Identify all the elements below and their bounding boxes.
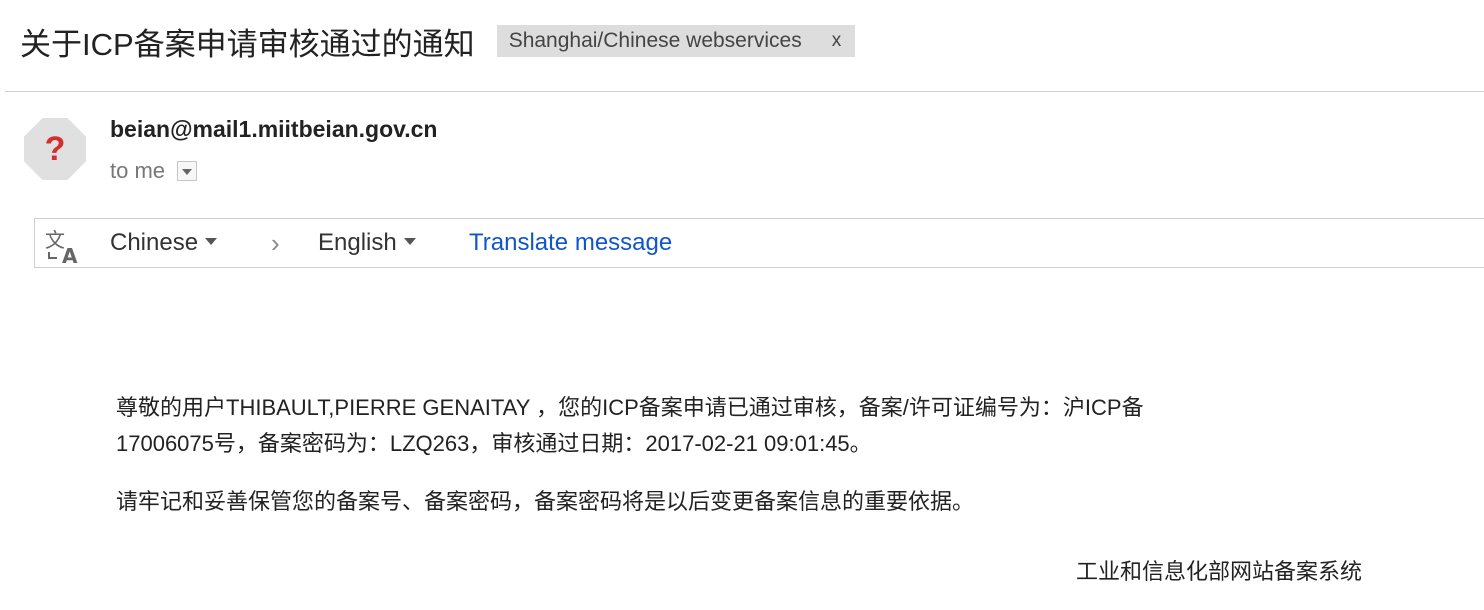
translate-icon: 文 A — [45, 228, 78, 265]
sender-address[interactable]: beian@mail1.miitbeian.gov.cn — [110, 116, 437, 143]
recipient-label: to me — [110, 158, 166, 183]
source-language-dropdown[interactable]: Chinese — [110, 219, 218, 267]
source-language-label: Chinese — [110, 229, 199, 256]
details-dropdown-button[interactable] — [177, 161, 198, 181]
body-line: 17006075号，备案密码为：LZQ263，审核通过日期：2017-02-21… — [116, 431, 872, 456]
label-chip[interactable]: Shanghai/Chinese webservices x — [496, 25, 856, 57]
recipient-row: to me — [110, 158, 198, 184]
unknown-sender-icon: ? — [44, 129, 66, 168]
chevron-down-icon — [403, 237, 416, 245]
body-line: 尊敬的用户THIBAULT,PIERRE GENAITAY ，您的ICP备案申请… — [116, 395, 1144, 420]
sender-avatar: ? — [24, 118, 86, 180]
translate-bar: 文 A Chinese › English Translate message — [34, 218, 1484, 268]
body-paragraph-2: 请牢记和妥善保管您的备案号、备案密码，备案密码将是以后变更备案信息的重要依据。 — [116, 489, 975, 514]
remove-label-button[interactable]: x — [832, 30, 842, 52]
target-language-dropdown[interactable]: English — [318, 219, 416, 267]
svg-text:A: A — [62, 244, 78, 265]
signature: 工业和信息化部网站备案系统 — [1075, 559, 1362, 584]
label-name: Shanghai/Chinese webservices — [508, 29, 802, 52]
translate-message-link[interactable]: Translate message — [469, 219, 672, 267]
subject-row: 关于ICP备案申请审核通过的通知 Shanghai/Chinese webser… — [20, 18, 856, 64]
chevron-down-icon — [205, 237, 218, 245]
header-divider — [5, 91, 1484, 92]
body-paragraph-1: 尊敬的用户THIBAULT,PIERRE GENAITAY ，您的ICP备案申请… — [116, 390, 1144, 462]
email-subject: 关于ICP备案申请审核通过的通知 — [20, 26, 475, 62]
chevron-right-icon: › — [271, 227, 280, 258]
target-language-label: English — [318, 229, 397, 256]
